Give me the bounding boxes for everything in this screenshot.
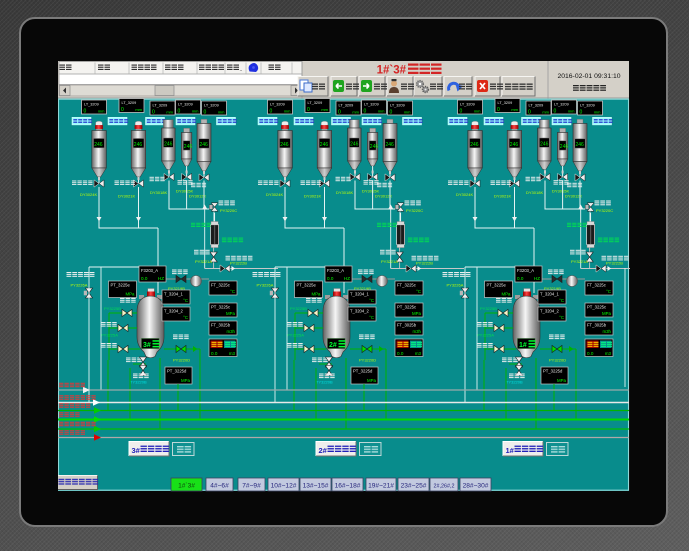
svg-text:3#: 3# <box>132 446 141 455</box>
svg-text:2#,26#,2: 2#,26#,2 <box>434 484 455 490</box>
svg-text:1#: 1# <box>506 446 515 455</box>
svg-text:1#`3#: 1#`3# <box>377 65 407 77</box>
svg-text:7#~9#: 7#~9# <box>242 483 261 490</box>
svg-text:23#~25#: 23#~25# <box>401 483 427 490</box>
svg-text:10#~12#: 10#~12# <box>271 483 297 490</box>
svg-text:1#: 1# <box>519 342 527 349</box>
svg-text:19#~21#: 19#~21# <box>368 483 394 490</box>
svg-text:4#~6#: 4#~6# <box>210 483 229 490</box>
svg-text:2016-02-01 09:31:10: 2016-02-01 09:31:10 <box>557 73 620 80</box>
svg-text:..: .. <box>240 67 243 73</box>
svg-text:28#~30#: 28#~30# <box>463 483 489 490</box>
svg-text:3#: 3# <box>143 342 151 349</box>
svg-text:2#: 2# <box>329 342 337 349</box>
svg-text:16#~18#: 16#~18# <box>335 483 361 490</box>
svg-text:2#: 2# <box>319 446 328 455</box>
svg-text:13#~15#: 13#~15# <box>303 483 329 490</box>
svg-text:1#`3#: 1#`3# <box>178 483 195 490</box>
